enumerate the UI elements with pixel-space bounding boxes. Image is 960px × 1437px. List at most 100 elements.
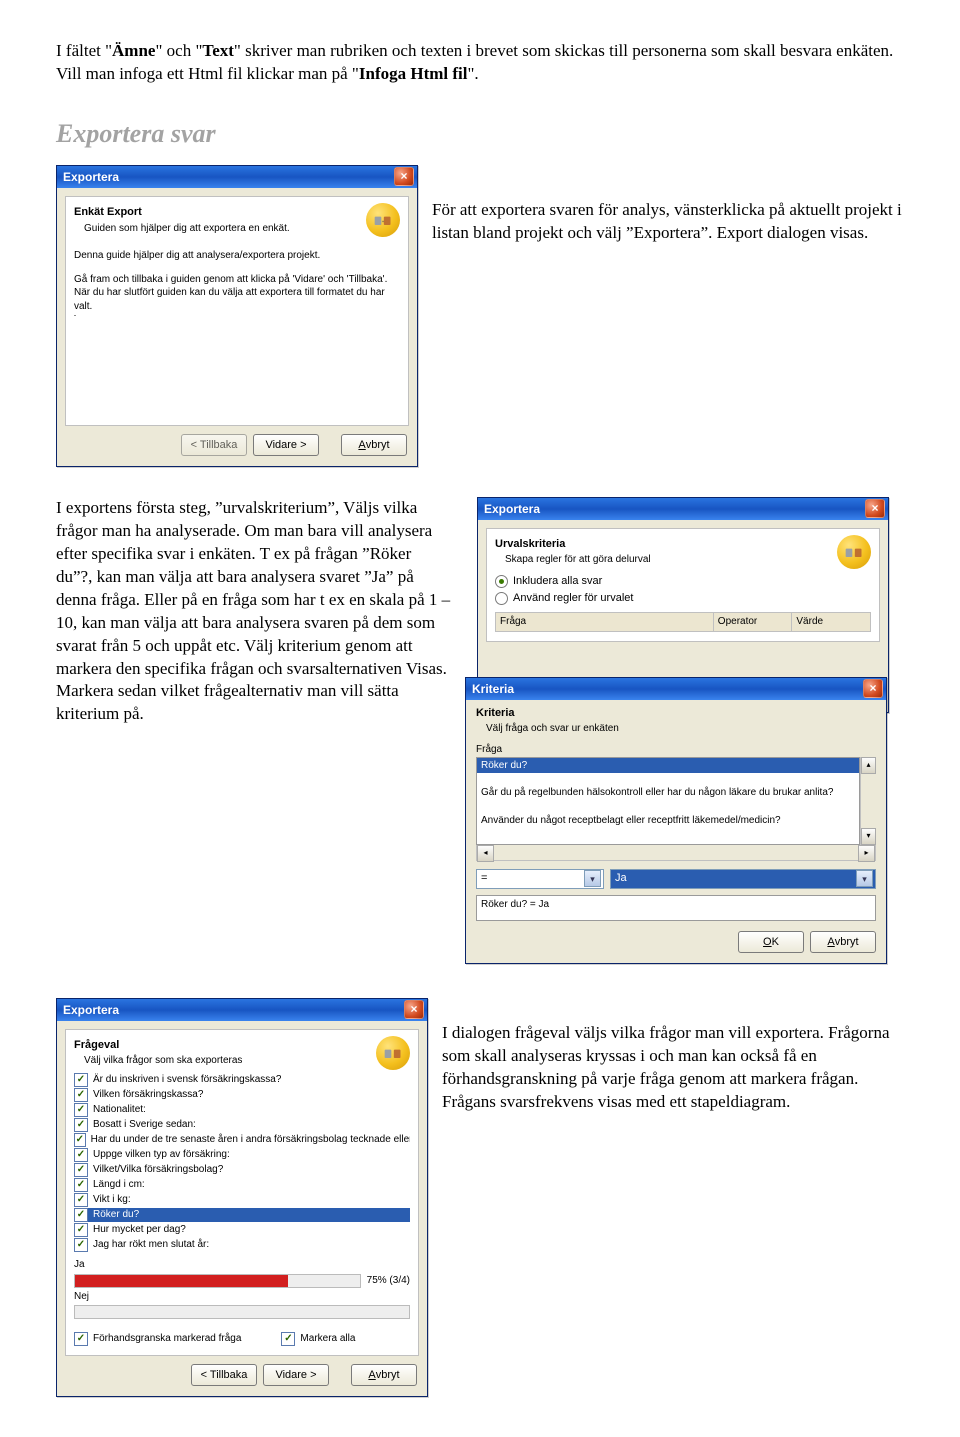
checkbox-icon[interactable]: ✓ [74,1163,88,1177]
kriteria-dialog: Kriteria × Kriteria Välj fråga och svar … [465,677,887,964]
column-header-operator[interactable]: Operator [714,613,793,631]
list-item[interactable]: ✓ Bosatt i Sverige sedan: [74,1118,410,1132]
checkbox-icon[interactable]: ✓ [74,1193,88,1207]
scroll-down-icon[interactable]: ▾ [861,828,876,845]
export-icon [376,1036,410,1070]
checkbox-icon[interactable]: ✓ [74,1208,88,1222]
list-item[interactable]: ✓Nationalitet: [74,1103,410,1117]
list-item[interactable]: ✓ Längd i cm: [74,1178,410,1192]
dialog-title: Exportera [484,501,540,517]
list-item[interactable]: ✓ Vilken försäkringskassa? [74,1088,410,1102]
titlebar[interactable]: Exportera × [478,498,888,520]
ok-button[interactable]: OK [738,931,804,953]
titlebar[interactable]: Exportera × [57,999,427,1021]
wizard-subheading: Guiden som hjälper dig att exportera en … [84,222,400,236]
next-button[interactable]: Vidare > [253,434,319,456]
column-header-fraga[interactable]: Fråga [496,613,714,631]
bar-nej [74,1305,410,1319]
urval-subheading: Skapa regler för att göra delurval [505,553,871,567]
list-item[interactable]: ✓ Uppge vilken typ av försäkring: [74,1148,410,1162]
checkbox-icon[interactable]: ✓ [74,1178,88,1192]
list-item[interactable]: ✓ Hur mycket per dag? [74,1223,410,1237]
list-item-label: Uppge vilken typ av försäkring: [93,1148,230,1162]
list-item[interactable]: Använder du något receptbelagt eller rec… [477,813,859,829]
next-button[interactable]: Vidare > [263,1364,329,1386]
close-icon[interactable]: × [865,499,885,518]
list-item[interactable]: Går du på regelbunden hälsokontroll elle… [477,785,859,801]
operator-dropdown[interactable]: = ▾ [476,869,604,889]
text-bold: Text [202,41,234,60]
list-item-label: Bosatt i Sverige sedan: [93,1118,196,1132]
list-item-label: Hur mycket per dag? [93,1223,186,1237]
checkbox-icon[interactable]: ✓ [74,1118,88,1132]
frageval-dialog: Exportera × Frågeval Välj vilka frågor s… [56,998,428,1397]
wizard-text-1: Denna guide hjälper dig att analysera/ex… [74,249,400,263]
scroll-up-icon[interactable]: ▴ [861,757,876,774]
criteria-result: Röker du? = Ja [476,895,876,921]
list-item[interactable]: ✓Har du under de tre senaste åren i andr… [74,1133,410,1147]
text: " och " [155,41,202,60]
checkbox-icon[interactable]: ✓ [74,1133,86,1147]
radio-label: Inkludera alla svar [513,574,602,589]
checkbox-icon[interactable]: ✓ [74,1073,88,1087]
list-item[interactable]: ✓Är du inskriven i svensk försäkringskas… [74,1073,410,1087]
kriteria-heading: Kriteria [476,706,876,721]
paragraph-urvalskriterium: I exportens första steg, ”urvalskriteriu… [56,497,451,726]
column-header-varde[interactable]: Värde [792,613,870,631]
list-item[interactable] [477,773,859,785]
checkbox-icon[interactable]: ✓ [74,1238,88,1252]
scroll-right-icon[interactable]: ▸ [858,845,875,862]
radio-use-rules[interactable]: Använd regler för urvalet [495,591,871,606]
radio-include-all[interactable]: Inkludera alla svar [495,574,871,589]
checkbox-icon[interactable]: ✓ [74,1088,88,1102]
paragraph-frageval: I dialogen frågeval väljs vilka frågor m… [442,1022,904,1114]
export-icon [366,203,400,237]
text-bold: Infoga Html fil [359,64,468,83]
question-list: ✓Är du inskriven i svensk försäkringskas… [74,1073,410,1252]
cancel-button[interactable]: Avbryt [351,1364,417,1386]
chevron-down-icon: ▾ [584,870,601,887]
checkbox-icon[interactable]: ✓ [74,1223,88,1237]
checkbox-icon[interactable]: ✓ [74,1103,88,1117]
wizard-text-2: Gå fram och tillbaka i guiden genom att … [74,273,400,287]
list-item-label: Vilket/Vilka försäkringsbolag? [93,1163,223,1177]
checkbox-preview[interactable]: ✓ Förhandsgranska markerad fråga [74,1332,241,1346]
list-item-label: Vilken försäkringskassa? [93,1088,203,1102]
text-bold: Ämne [112,41,155,60]
cancel-button[interactable]: Avbryt [810,931,876,953]
scroll-left-icon[interactable]: ◂ [477,845,494,862]
titlebar[interactable]: Exportera × [57,166,417,188]
kriteria-subheading: Välj fråga och svar ur enkäten [486,722,876,736]
btn-label: vbryt [366,439,390,451]
close-icon[interactable]: × [863,679,883,698]
back-button[interactable]: < Tillbaka [181,434,247,456]
export-icon [837,535,871,569]
chevron-down-icon: ▾ [856,870,873,887]
checkbox-mark-all[interactable]: ✓ Markera alla [281,1332,355,1346]
value-dropdown[interactable]: Ja ▾ [610,869,876,889]
list-item[interactable]: ✓ Vilket/Vilka försäkringsbolag? [74,1163,410,1177]
back-button[interactable]: < Tillbaka [191,1364,257,1386]
list-item[interactable] [477,801,859,813]
percent-label: 75% (3/4) [367,1274,410,1288]
export-wizard-dialog: Exportera × Enkät Export Guiden som hjäl… [56,165,418,467]
list-item-label: Jag har rökt men slutat år: [93,1238,209,1252]
dialog-title: Kriteria [472,681,514,697]
list-item[interactable]: Röker du? [477,758,859,774]
frageval-subheading: Välj vilka frågor som ska exporteras [84,1054,410,1068]
list-item[interactable]: ✓ Jag har rökt men slutat år: [74,1238,410,1252]
dialog-title: Exportera [63,169,119,185]
checkbox-icon[interactable]: ✓ [74,1148,88,1162]
scrollbar[interactable]: ▴ ▾ [860,757,876,845]
list-item[interactable]: ✓Vikt i kg: [74,1193,410,1207]
wizard-heading: Enkät Export [74,205,400,220]
label-fraga: Fråga [476,743,876,757]
close-icon[interactable]: × [404,1000,424,1019]
cancel-button[interactable]: Avbryt [341,434,407,456]
wizard-text-3: När du har slutfört guiden kan du välja … [74,286,400,313]
close-icon[interactable]: × [394,167,414,186]
list-item-label: Längd i cm: [93,1178,145,1192]
chart-label-nej: Nej [74,1290,410,1304]
titlebar[interactable]: Kriteria × [466,678,886,700]
list-item[interactable]: ✓Röker du? [74,1208,410,1222]
